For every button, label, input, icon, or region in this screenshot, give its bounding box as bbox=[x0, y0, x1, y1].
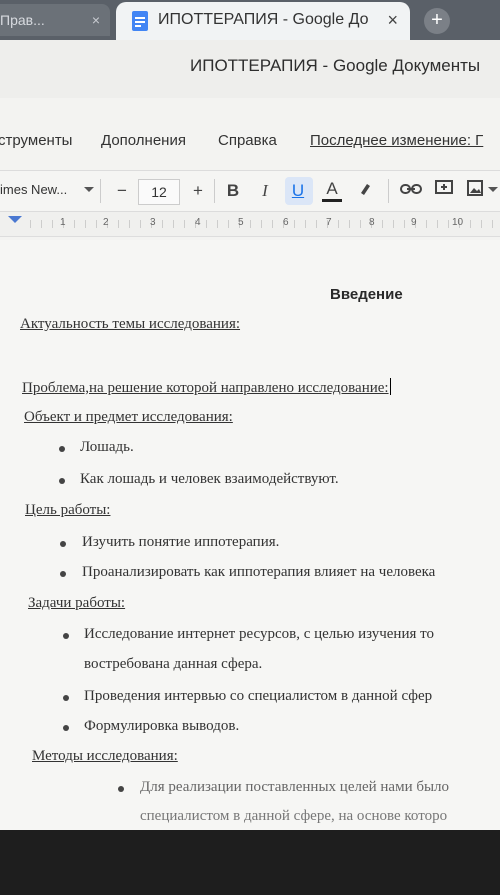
font-family-select[interactable]: imes New... bbox=[0, 182, 67, 197]
methods-label: Методы исследования: bbox=[32, 748, 178, 764]
window-title: ИПОТТЕРАПИЯ - Google Документы bbox=[190, 56, 481, 75]
tab-previous-label: Прав... bbox=[0, 12, 45, 28]
list-item: Проанализировать как иппотерапия влияет … bbox=[82, 564, 436, 580]
tab-close-icon[interactable]: × bbox=[387, 10, 398, 31]
highlight-icon[interactable] bbox=[356, 179, 376, 203]
menu-help[interactable]: Справка bbox=[218, 132, 277, 149]
tab-active[interactable]: ИПОТТЕРАПИЯ - Google До × bbox=[116, 2, 410, 40]
list-item: Изучить понятие иппотерапия. bbox=[82, 534, 280, 550]
list-item: Проведения интервью со специалистом в да… bbox=[84, 688, 433, 704]
document-body[interactable]: Введение Актуальность темы исследования:… bbox=[0, 240, 500, 830]
menu-tools[interactable]: струменты bbox=[0, 132, 72, 149]
tab-previous-close-icon[interactable]: × bbox=[92, 4, 100, 36]
bullet-dot bbox=[63, 633, 69, 639]
list-item-continuation: востребована данная сфера. bbox=[84, 656, 263, 672]
tab-active-title: ИПОТТЕРАПИЯ - Google До bbox=[158, 11, 368, 28]
tasks-label: Задачи работы: bbox=[28, 595, 126, 611]
docs-window: ИПОТТЕРАПИЯ - Google Документы струменты… bbox=[0, 40, 500, 830]
list-item: Для реализации поставленных целей нами б… bbox=[140, 779, 450, 795]
ruler-number: 6 bbox=[283, 217, 289, 228]
comment-icon[interactable] bbox=[432, 179, 456, 203]
ruler-number: 7 bbox=[326, 217, 332, 228]
menu-bar: струменты Дополнения Справка Последнее и… bbox=[0, 132, 500, 160]
ruler-number: 5 bbox=[238, 217, 244, 228]
bullet-dot bbox=[60, 571, 66, 577]
ruler-number: 3 bbox=[150, 217, 156, 228]
problem-label: Проблема,на решение которой направлено и… bbox=[22, 378, 391, 397]
font-size-input[interactable]: 12 bbox=[138, 179, 180, 205]
font-size-decrease-button[interactable]: − bbox=[112, 179, 132, 203]
ruler-number: 1 bbox=[60, 217, 66, 228]
bold-button[interactable]: B bbox=[224, 179, 242, 203]
text-color-button[interactable]: A bbox=[322, 179, 342, 202]
italic-button[interactable]: I bbox=[256, 179, 274, 203]
screen-bezel bbox=[0, 830, 500, 895]
object-subject-label: Объект и предмет исследования: bbox=[24, 409, 233, 425]
bullet-dot bbox=[118, 786, 124, 792]
bullet-dot bbox=[60, 541, 66, 547]
bullet-dot bbox=[63, 725, 69, 731]
google-docs-icon bbox=[132, 11, 148, 31]
ruler-number: 10 bbox=[452, 217, 464, 228]
list-item: Исследование интернет ресурсов, с целью … bbox=[84, 626, 434, 642]
browser-tab-strip: Прав... × ИПОТТЕРАПИЯ - Google До × + bbox=[0, 0, 500, 40]
ruler: 1 2 3 4 5 6 7 8 9 10 bbox=[0, 212, 500, 237]
ruler-number: 4 bbox=[195, 217, 201, 228]
last-edit-link[interactable]: Последнее изменение: Г bbox=[310, 132, 483, 149]
bullet-dot bbox=[59, 478, 65, 484]
underline-button[interactable]: U bbox=[288, 179, 308, 203]
link-icon[interactable] bbox=[398, 179, 424, 203]
ruler-ticks bbox=[30, 220, 500, 228]
bullet-dot bbox=[63, 695, 69, 701]
list-item: Лошадь. bbox=[80, 439, 134, 455]
list-item: Формулировка выводов. bbox=[84, 718, 240, 734]
list-item-continuation: специалистом в данной сфере, на основе к… bbox=[140, 808, 448, 824]
bullet-dot bbox=[59, 446, 65, 452]
ruler-number: 2 bbox=[103, 217, 109, 228]
toolbar-divider bbox=[388, 179, 389, 203]
toolbar-divider bbox=[100, 179, 101, 203]
chevron-down-icon[interactable] bbox=[84, 187, 94, 192]
image-icon[interactable] bbox=[464, 179, 486, 203]
formatting-toolbar: imes New... − 12 + B I U A bbox=[0, 170, 500, 212]
indent-marker[interactable] bbox=[8, 216, 22, 223]
new-tab-button[interactable]: + bbox=[424, 8, 450, 34]
goal-label: Цель работы: bbox=[25, 502, 111, 518]
section-heading: Введение bbox=[330, 286, 403, 303]
tab-previous[interactable]: Прав... × bbox=[0, 4, 110, 36]
menu-addons[interactable]: Дополнения bbox=[101, 132, 186, 149]
ruler-number: 8 bbox=[369, 217, 375, 228]
ruler-number: 9 bbox=[411, 217, 417, 228]
list-item: Как лошадь и человек взаимодействуют. bbox=[80, 471, 339, 487]
chevron-down-icon[interactable] bbox=[488, 187, 498, 192]
relevance-label: Актуальность темы исследования: bbox=[20, 316, 241, 332]
title-bar: ИПОТТЕРАПИЯ - Google Документы bbox=[0, 40, 500, 98]
toolbar-divider bbox=[214, 179, 215, 203]
font-size-increase-button[interactable]: + bbox=[188, 179, 208, 203]
text-cursor bbox=[389, 378, 391, 395]
problem-text: Проблема,на решение которой направлено и… bbox=[22, 380, 389, 396]
